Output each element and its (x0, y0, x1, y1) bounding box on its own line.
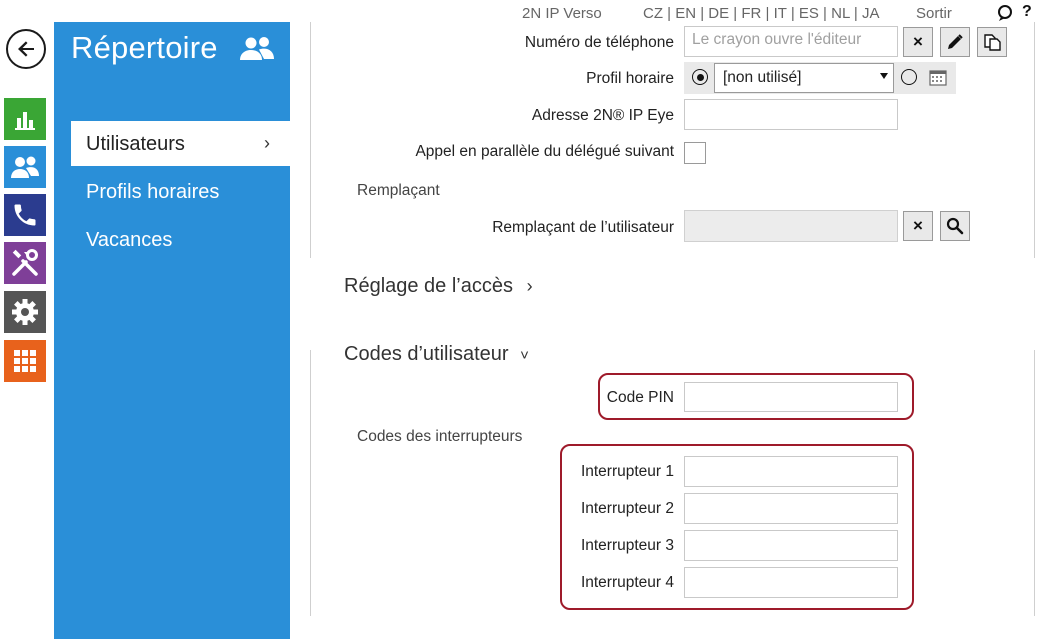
switch-4-code-field[interactable] (684, 567, 898, 598)
phone-clear-button[interactable]: × (903, 27, 933, 57)
help-button[interactable]: ? (1022, 3, 1032, 21)
switch-2-value (685, 494, 897, 502)
status-menu[interactable] (4, 98, 46, 140)
phone-copy-button[interactable] (977, 27, 1007, 57)
parallel-call-checkbox[interactable] (684, 142, 706, 164)
time-profile-label: Profil horaire (586, 70, 674, 87)
language-selector[interactable]: CZ | EN | DE | FR | IT | ES | NL | JA (643, 5, 879, 22)
settings-menu[interactable] (4, 291, 46, 333)
deputy-field[interactable] (684, 210, 898, 242)
switch-3-code-field[interactable] (684, 530, 898, 561)
switch-codes-heading: Codes des interrupteurs (357, 428, 523, 445)
parallel-call-label: Appel en parallèle du délégué suivant (415, 143, 674, 160)
pencil-icon (948, 34, 963, 49)
deputy-search-button[interactable] (940, 211, 970, 241)
chevron-down-icon: ˅ (520, 347, 529, 364)
switch-1-code-field[interactable] (684, 456, 898, 487)
copy-pages-icon (984, 34, 1001, 51)
sidebar-item-holidays[interactable]: Vacances (86, 229, 172, 252)
chevron-right-icon: › (526, 276, 533, 296)
back-icon (18, 41, 34, 57)
switch-4-label: Interrupteur 4 (580, 574, 674, 591)
sidebar-title: Répertoire (71, 30, 218, 65)
directory-users-icon (11, 156, 39, 178)
services-menu[interactable] (4, 340, 46, 382)
switch-3-label: Interrupteur 3 (580, 537, 674, 554)
ip-eye-label: Adresse 2N® IP Eye (531, 107, 674, 124)
deputy-heading: Remplaçant (357, 182, 440, 199)
deputy-value (685, 211, 897, 219)
deputy-label: Remplaçant de l’utilisateur (492, 219, 674, 236)
phone-edit-button[interactable] (940, 27, 970, 57)
phone-menu[interactable] (4, 194, 46, 236)
access-settings-title: Réglage de l’accès (344, 275, 513, 297)
settings-gear-icon (12, 299, 38, 325)
time-profile-select-radio[interactable] (692, 69, 708, 85)
user-codes-section[interactable]: Codes d’utilisateur ˅ (344, 343, 529, 366)
time-profile-value: [non utilisé] (723, 69, 802, 86)
users-icon (238, 35, 276, 66)
switch-1-value (685, 457, 897, 465)
hardware-menu[interactable] (4, 242, 46, 284)
deputy-clear-button[interactable]: × (903, 211, 933, 241)
phone-number-field[interactable]: Le crayon ouvre l'éditeur (684, 26, 898, 57)
frame-left-line-2 (310, 350, 311, 616)
switch-3-value (685, 531, 897, 539)
phone-number-label: Numéro de téléphone (524, 34, 674, 51)
phone-number-placeholder: Le crayon ouvre l'éditeur (692, 31, 862, 48)
logout-link[interactable]: Sortir (916, 5, 952, 22)
time-profile-dropdown[interactable]: [non utilisé] (714, 63, 894, 93)
switch-4-value (685, 568, 897, 576)
caret-down-icon (880, 73, 888, 79)
time-profile-custom-radio[interactable] (901, 69, 917, 85)
services-grid-icon (14, 350, 36, 372)
sidebar (54, 22, 290, 639)
ip-eye-value (685, 100, 897, 108)
sidebar-item-time-profiles[interactable]: Profils horaires (86, 181, 219, 204)
search-icon (946, 217, 964, 235)
chat-bubble-icon[interactable] (997, 5, 1013, 27)
product-name: 2N IP Verso (522, 5, 602, 22)
switch-1-label: Interrupteur 1 (580, 463, 674, 480)
calendar-icon[interactable] (929, 68, 947, 91)
phone-icon (14, 204, 36, 226)
frame-right-line (1034, 22, 1035, 258)
switch-2-label: Interrupteur 2 (580, 500, 674, 517)
status-chart-icon (15, 112, 35, 130)
pin-value (685, 383, 897, 391)
ip-eye-field[interactable] (684, 99, 898, 130)
directory-menu[interactable] (4, 146, 46, 188)
frame-right-line-2 (1034, 350, 1035, 616)
access-settings-section[interactable]: Réglage de l’accès › (344, 275, 533, 298)
hardware-tools-icon (12, 249, 38, 276)
chevron-right-icon: › (264, 133, 270, 153)
user-codes-title: Codes d’utilisateur (344, 343, 509, 365)
pin-field[interactable] (684, 382, 898, 412)
back-button[interactable] (6, 29, 46, 69)
switch-2-code-field[interactable] (684, 493, 898, 524)
pin-label: Code PIN (606, 389, 674, 406)
sidebar-item-users-label: Utilisateurs (86, 133, 185, 155)
frame-left-line (310, 22, 311, 258)
